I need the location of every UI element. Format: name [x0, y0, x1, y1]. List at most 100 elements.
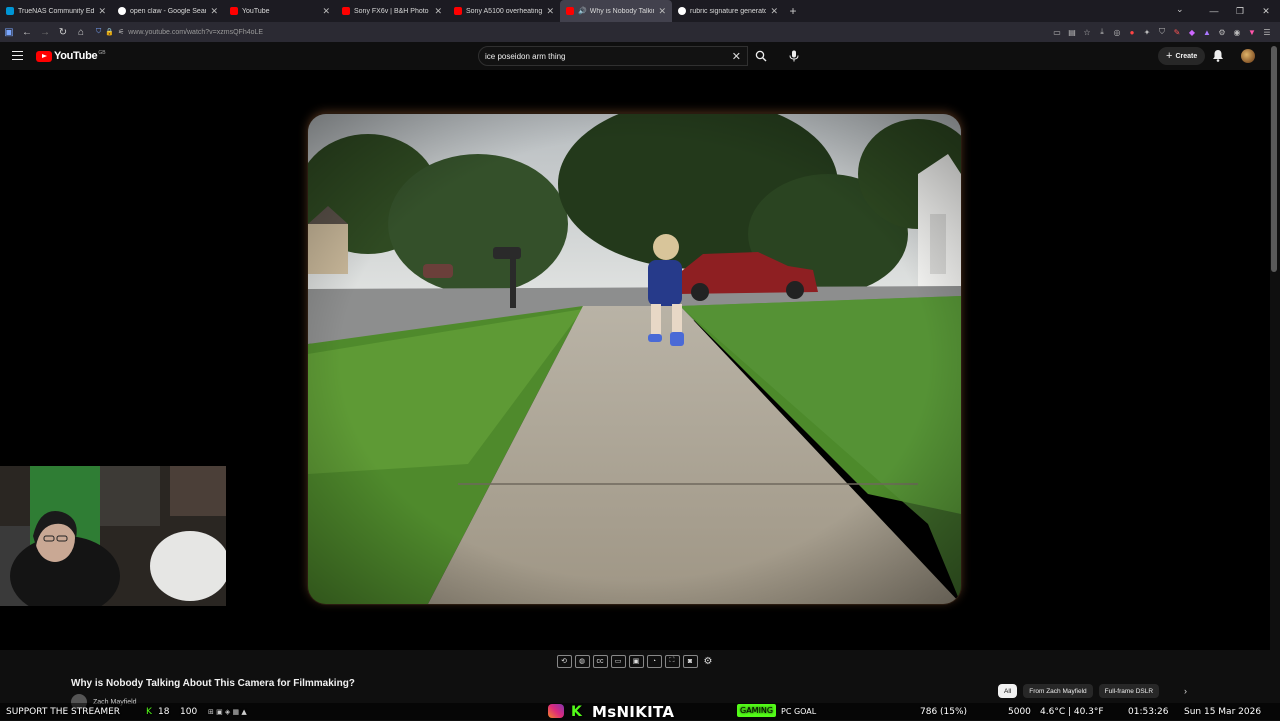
extension-purple-icon[interactable]: ◆ [1187, 27, 1197, 37]
close-window-icon[interactable]: ✕ [1260, 6, 1272, 17]
browser-tab[interactable]: YouTube ✕ [224, 0, 336, 22]
chip-all[interactable]: All [998, 684, 1018, 698]
loop-icon[interactable]: ⟲ [556, 654, 572, 668]
shield-icon[interactable]: ⛉ [96, 28, 101, 36]
url-text[interactable]: www.youtube.com/watch?v=xzmsQFh4oLE [128, 29, 263, 36]
tab-label: YouTube [242, 7, 270, 15]
voice-search-button[interactable] [784, 46, 804, 66]
new-tab-button[interactable]: + [784, 4, 802, 18]
tab-label: Sony FX6v | B&H Photo Video [354, 7, 430, 15]
browser-tab[interactable]: rubric signature generator - Go ✕ [672, 0, 784, 22]
extension-tool-icon[interactable]: ⚙ [1217, 27, 1227, 37]
permissions-icon[interactable]: ⚟ [118, 28, 124, 36]
home-icon[interactable]: ⌂ [72, 27, 90, 38]
support-streamer-text: SUPPORT THE STREAMER [6, 706, 121, 717]
google-favicon-icon [678, 7, 686, 15]
extension-violet-icon[interactable]: ▲ [1202, 27, 1212, 37]
extension-filter-icon[interactable]: ▼ [1247, 27, 1257, 37]
close-tab-icon[interactable]: ✕ [546, 6, 554, 17]
address-bar[interactable]: ⛉ 🔒 ⚟ www.youtube.com/watch?v=xzmsQFh4oL… [96, 25, 996, 39]
sidebar-toggle-icon[interactable]: ▣ [0, 27, 18, 38]
forward-icon[interactable]: → [36, 27, 54, 38]
search-query[interactable]: ice poseidon arm thing [485, 52, 732, 61]
extension-puzzle-icon[interactable]: ✦ [1142, 27, 1152, 37]
clear-search-icon[interactable]: ✕ [732, 50, 741, 63]
close-tab-icon[interactable]: ✕ [210, 6, 218, 17]
account-avatar[interactable] [1241, 49, 1255, 63]
page-scrollbar[interactable] [1271, 46, 1277, 272]
webcam-feed-image [0, 466, 226, 606]
close-tab-icon[interactable]: ✕ [98, 6, 106, 17]
tab-label: TrueNAS Community Edition | M [18, 7, 95, 15]
goal-label-pill: GAMING [737, 704, 777, 717]
streamer-handle: MsNIKITA [592, 702, 675, 721]
date: Sun 15 Mar 2026 [1184, 706, 1262, 717]
back-icon[interactable]: ← [18, 27, 36, 38]
youtube-favicon-icon [342, 7, 350, 15]
reader-icon[interactable]: ▤ [1067, 27, 1077, 37]
browser-toolbar: ▣ ← → ↻ ⌂ ⛉ 🔒 ⚟ www.youtube.com/watch?v=… [0, 22, 1280, 42]
tab-label: Why is Nobody Talking Ab [589, 7, 655, 15]
browser-tab[interactable]: TrueNAS Community Edition | M ✕ [0, 0, 112, 22]
extension-red-icon[interactable]: ● [1127, 27, 1137, 37]
goal-label: PC GOAL [781, 707, 817, 716]
close-tab-icon[interactable]: ✕ [434, 6, 442, 17]
browser-tab[interactable]: Sony A5100 overheating probl ✕ [448, 0, 560, 22]
video-scene-image [308, 114, 961, 604]
download-icon[interactable]: ⤓ [1097, 27, 1107, 37]
bookmark-star-icon[interactable]: ☆ [1082, 27, 1092, 37]
browser-tab[interactable]: Sony FX6v | B&H Photo Video ✕ [336, 0, 448, 22]
search-input[interactable]: ice poseidon arm thing ✕ [478, 46, 748, 66]
fullscreen-icon[interactable]: ⛶ [664, 654, 680, 668]
search-button[interactable] [749, 46, 773, 66]
tab-label: Sony A5100 overheating probl [466, 7, 543, 15]
miniplayer-icon[interactable]: ▣ [628, 654, 644, 668]
settings-gear-icon[interactable]: ⚙ [701, 655, 716, 668]
account-icon[interactable]: ◎ [1112, 27, 1122, 37]
captions-icon[interactable]: cc [592, 654, 608, 668]
close-tab-icon[interactable]: ✕ [322, 6, 330, 17]
kick-logo-icon: K [146, 706, 152, 717]
logo-wordmark: YouTube [54, 50, 98, 62]
extension-pen-icon[interactable]: ✎ [1172, 27, 1182, 37]
youtube-logo[interactable]: YouTube GB [36, 50, 106, 62]
audio-icon[interactable]: ◍ [574, 654, 590, 668]
speaker-icon[interactable]: 🔊 [578, 7, 587, 15]
screenshot-icon[interactable]: ◙ [682, 654, 698, 668]
kick-brand-icon: K [571, 703, 582, 720]
youtube-masthead: YouTube GB ice poseidon arm thing ✕ + Cr… [0, 42, 1280, 70]
chevron-right-icon[interactable]: › [1184, 686, 1187, 696]
restore-icon[interactable]: ❐ [1234, 6, 1246, 17]
extension-shield-icon[interactable]: ⛉ [1157, 27, 1167, 37]
notifications-button[interactable] [1212, 49, 1224, 67]
instagram-icon [548, 704, 564, 718]
menu-icon[interactable]: ☰ [1262, 27, 1272, 37]
tab-label: rubric signature generator - Go [690, 7, 767, 15]
youtube-favicon-icon [454, 7, 462, 15]
theater-icon[interactable]: ▭ [610, 654, 626, 668]
extension-dark-icon[interactable]: ◉ [1232, 27, 1242, 37]
create-button[interactable]: + Create [1158, 47, 1206, 65]
close-tab-icon[interactable]: ✕ [658, 6, 666, 17]
microphone-icon [789, 50, 799, 62]
close-tab-icon[interactable]: ✕ [770, 6, 778, 17]
chip-full-frame-dslr[interactable]: Full-frame DSLR [1098, 684, 1160, 698]
chip-from-channel[interactable]: From Zach Mayfield [1023, 684, 1093, 698]
picture-in-picture-icon[interactable]: ▭ [1052, 27, 1062, 37]
extensions-tray: ▭ ▤ ☆ ⤓ ◎ ● ✦ ⛉ ✎ ◆ ▲ ⚙ ◉ ▼ ☰ [1052, 25, 1272, 39]
logo-country-code: GB [98, 50, 106, 56]
weather-readout: 4.6°C | 40.3°F [1040, 706, 1104, 717]
browser-tab-strip: TrueNAS Community Edition | M ✕ open cla… [0, 0, 1280, 22]
browser-tab-active[interactable]: 🔊 Why is Nobody Talking Ab ✕ [560, 0, 672, 22]
guide-menu-icon[interactable] [12, 51, 23, 60]
video-frame[interactable] [308, 114, 961, 604]
google-favicon-icon [118, 7, 126, 15]
chevron-down-icon[interactable]: ⌄ [1176, 4, 1184, 15]
minimize-icon[interactable]: — [1208, 6, 1220, 16]
reload-icon[interactable]: ↻ [54, 27, 72, 38]
lock-icon[interactable]: 🔒 [105, 28, 114, 36]
browser-tab[interactable]: open claw - Google Search ✕ [112, 0, 224, 22]
speed-icon[interactable]: ◔ [646, 654, 662, 668]
youtube-favicon-icon [230, 7, 238, 15]
truenas-favicon-icon [6, 7, 14, 15]
